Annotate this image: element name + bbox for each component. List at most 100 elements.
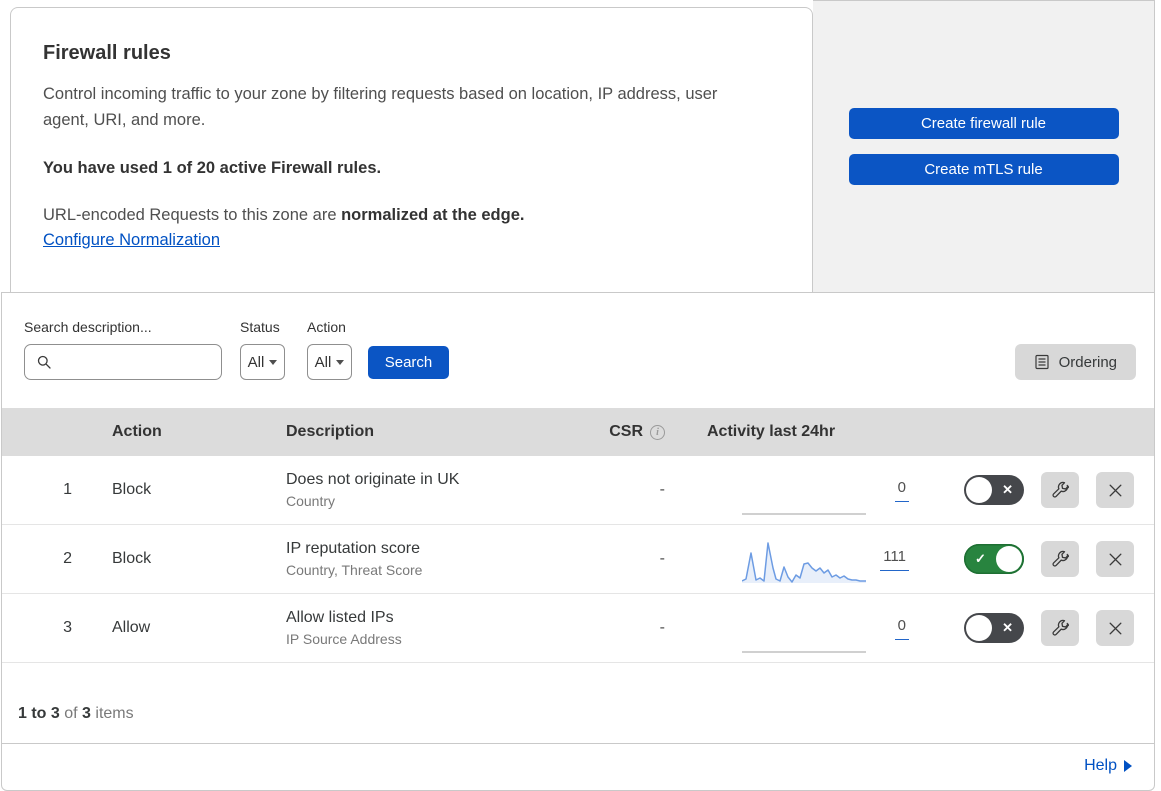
rule-enabled-toggle[interactable]: ✕ xyxy=(964,613,1024,643)
rule-controls: ✓ xyxy=(929,541,1154,577)
rule-description[interactable]: Does not originate in UK xyxy=(286,471,589,489)
delete-rule-button[interactable] xyxy=(1096,541,1134,577)
toggle-knob xyxy=(966,477,992,503)
delete-rule-button[interactable] xyxy=(1096,472,1134,508)
search-icon xyxy=(36,354,52,370)
column-csr-label: CSR xyxy=(609,423,643,440)
activity-sparkline xyxy=(742,540,866,586)
chevron-down-icon xyxy=(336,359,345,365)
search-button[interactable]: Search xyxy=(368,346,449,379)
toggle-state-icon: ✓ xyxy=(975,551,986,566)
action-group: Action All xyxy=(307,319,352,380)
ordering-list-icon xyxy=(1034,354,1050,370)
rule-action: Allow xyxy=(112,619,151,636)
rule-csr-value: - xyxy=(659,550,665,567)
close-icon xyxy=(1108,621,1122,635)
close-icon xyxy=(1108,483,1122,497)
page-title: Firewall rules xyxy=(43,42,171,64)
filter-bar: Search description... Status All Action … xyxy=(2,293,1154,408)
help-row: Help xyxy=(2,744,1154,790)
activity-flatline xyxy=(742,609,866,655)
toggle-state-icon: ✕ xyxy=(1002,620,1013,635)
edit-rule-button[interactable] xyxy=(1041,541,1079,577)
ordering-button-label: Ordering xyxy=(1058,353,1117,371)
search-group: Search description... xyxy=(24,319,222,380)
activity-count-link[interactable]: 0 xyxy=(894,617,909,640)
page-description: Control incoming traffic to your zone by… xyxy=(43,85,718,129)
normalization-note: URL-encoded Requests to this zone are no… xyxy=(43,206,764,225)
table-row: 2 Block IP reputation score Country, Thr… xyxy=(2,525,1154,594)
column-activity: Activity last 24hr xyxy=(707,423,836,440)
toggle-knob xyxy=(966,615,992,641)
help-link-label: Help xyxy=(1084,757,1117,774)
status-group: Status All xyxy=(240,319,285,380)
edit-rule-button[interactable] xyxy=(1041,472,1079,508)
search-input[interactable] xyxy=(24,344,222,380)
items-word: items xyxy=(90,705,134,722)
rule-activity-cell: 0 xyxy=(689,463,929,517)
wrench-icon xyxy=(1051,481,1069,498)
items-range: 1 to 3 xyxy=(18,705,60,722)
info-icon[interactable]: i xyxy=(650,424,665,440)
create-mtls-rule-button[interactable]: Create mTLS rule xyxy=(848,154,1119,185)
toggle-state-icon: ✕ xyxy=(1002,482,1013,497)
intro-card: Firewall rules Control incoming traffic … xyxy=(10,7,813,292)
action-label: Action xyxy=(307,319,346,335)
rule-description-cell: Allow listed IPs IP Source Address xyxy=(272,609,589,647)
wrench-icon xyxy=(1051,619,1069,636)
action-dropdown-value: All xyxy=(314,353,332,371)
rule-priority: 3 xyxy=(63,619,72,636)
ordering-button[interactable]: Ordering xyxy=(1014,344,1136,380)
activity-flatline xyxy=(742,471,866,517)
normalization-text: URL-encoded Requests to this zone are xyxy=(43,206,342,224)
table-header: Action Description CSR i Activity last 2… xyxy=(2,408,1154,456)
table-row: 1 Block Does not originate in UK Country… xyxy=(2,456,1154,525)
status-dropdown-value: All xyxy=(247,353,265,371)
delete-rule-button[interactable] xyxy=(1096,610,1134,646)
column-action: Action xyxy=(112,423,162,440)
toggle-knob xyxy=(996,546,1022,572)
rule-description-cell: IP reputation score Country, Threat Scor… xyxy=(272,540,589,578)
status-label: Status xyxy=(240,319,280,335)
activity-count-link[interactable]: 0 xyxy=(894,479,909,502)
column-csr: CSR i xyxy=(609,423,689,441)
rule-controls: ✕ xyxy=(929,610,1154,646)
rule-enabled-toggle[interactable]: ✓ xyxy=(964,544,1024,574)
rule-activity-cell: 0 xyxy=(689,601,929,655)
rule-priority: 1 xyxy=(63,481,72,498)
rule-description[interactable]: IP reputation score xyxy=(286,540,589,558)
rule-description[interactable]: Allow listed IPs xyxy=(286,609,589,627)
pagination-summary: 1 to 3 of 3 items xyxy=(2,663,1154,744)
rule-priority: 2 xyxy=(63,550,72,567)
status-dropdown[interactable]: All xyxy=(240,344,285,380)
rule-action: Block xyxy=(112,481,152,498)
column-description: Description xyxy=(286,423,375,440)
normalization-bold: normalized at the edge. xyxy=(341,206,525,224)
firewall-rules-page: Firewall rules Control incoming traffic … xyxy=(1,0,1155,791)
create-firewall-rule-button[interactable]: Create firewall rule xyxy=(848,108,1119,139)
rule-fields: Country, Threat Score xyxy=(286,562,423,578)
items-total: 3 xyxy=(82,705,91,722)
close-icon xyxy=(1108,552,1122,566)
action-dropdown[interactable]: All xyxy=(307,344,352,380)
rule-enabled-toggle[interactable]: ✕ xyxy=(964,475,1024,505)
activity-count-link[interactable]: 111 xyxy=(880,548,909,571)
top-section: Firewall rules Control incoming traffic … xyxy=(1,0,1155,292)
help-link[interactable]: Help xyxy=(1084,757,1132,775)
edit-rule-button[interactable] xyxy=(1041,610,1079,646)
rule-fields: Country xyxy=(286,493,336,509)
wrench-icon xyxy=(1051,550,1069,567)
rule-description-cell: Does not originate in UK Country xyxy=(272,471,589,509)
rule-action: Block xyxy=(112,550,152,567)
rule-csr-value: - xyxy=(659,481,665,498)
table-row: 3 Allow Allow listed IPs IP Source Addre… xyxy=(2,594,1154,663)
usage-summary: You have used 1 of 20 active Firewall ru… xyxy=(43,159,382,177)
rules-panel: Search description... Status All Action … xyxy=(1,292,1155,791)
rule-fields: IP Source Address xyxy=(286,631,402,647)
configure-normalization-link[interactable]: Configure Normalization xyxy=(43,231,220,249)
items-of: of xyxy=(59,705,83,722)
rule-activity-cell: 111 xyxy=(689,532,929,586)
rule-csr-value: - xyxy=(659,619,665,636)
chevron-down-icon xyxy=(269,359,278,365)
rule-controls: ✕ xyxy=(929,472,1154,508)
